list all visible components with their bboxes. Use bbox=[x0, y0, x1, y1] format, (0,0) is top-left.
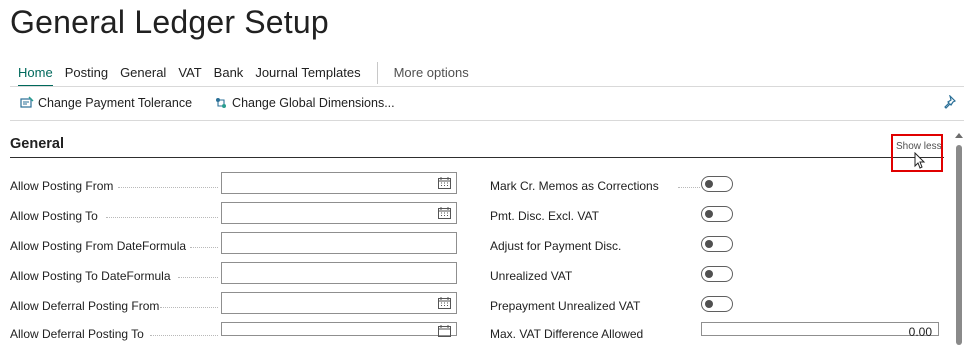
unrealized-vat-toggle[interactable] bbox=[701, 266, 733, 282]
dot-leader bbox=[118, 186, 218, 188]
tab-journal-templates[interactable]: Journal Templates bbox=[255, 64, 360, 82]
toggle-knob bbox=[705, 300, 713, 308]
calendar-icon[interactable] bbox=[438, 207, 451, 219]
page-title: General Ledger Setup bbox=[10, 4, 329, 40]
tab-posting[interactable]: Posting bbox=[65, 64, 108, 82]
tab-vat[interactable]: VAT bbox=[178, 64, 201, 82]
allow-deferral-posting-from-input[interactable] bbox=[221, 292, 457, 314]
dot-leader bbox=[190, 246, 218, 248]
change-global-dimensions-button[interactable]: Change Global Dimensions... bbox=[214, 96, 395, 110]
adjust-for-payment-disc-toggle[interactable] bbox=[701, 236, 733, 252]
allow-posting-from-dateformula-input[interactable] bbox=[221, 232, 457, 254]
global-dimensions-icon bbox=[216, 98, 227, 108]
allow-posting-from-label: Allow Posting From bbox=[10, 179, 114, 193]
change-global-dimensions-label: Change Global Dimensions... bbox=[232, 96, 395, 110]
allow-posting-from-input[interactable] bbox=[221, 172, 457, 194]
max-vat-difference-input[interactable]: 0.00 bbox=[701, 322, 939, 339]
toggle-knob bbox=[705, 270, 713, 278]
allow-posting-to-dateformula-input[interactable] bbox=[221, 262, 457, 284]
payment-tolerance-icon bbox=[20, 96, 34, 108]
allow-posting-to-label: Allow Posting To bbox=[10, 209, 98, 223]
toggle-knob bbox=[705, 240, 713, 248]
divider bbox=[10, 86, 964, 87]
pmt-disc-excl-vat-label: Pmt. Disc. Excl. VAT bbox=[490, 209, 599, 223]
change-payment-tolerance-button[interactable]: Change Payment Tolerance bbox=[20, 96, 192, 110]
allow-posting-from-dateformula-label: Allow Posting From DateFormula bbox=[10, 239, 187, 253]
adjust-for-payment-disc-label: Adjust for Payment Disc. bbox=[490, 239, 622, 253]
allow-deferral-posting-to-label: Allow Deferral Posting To bbox=[10, 327, 144, 341]
pin-icon[interactable] bbox=[942, 94, 957, 114]
prepayment-unrealized-vat-toggle[interactable] bbox=[701, 296, 733, 312]
unrealized-vat-label: Unrealized VAT bbox=[490, 269, 573, 283]
dot-leader bbox=[678, 186, 700, 188]
pmt-disc-excl-vat-toggle[interactable] bbox=[701, 206, 733, 222]
section-underline bbox=[10, 157, 944, 158]
dot-leader bbox=[160, 306, 218, 308]
action-tabs: Home Posting General VAT Bank Journal Te… bbox=[18, 62, 481, 87]
section-title-general[interactable]: General bbox=[10, 136, 64, 152]
prepayment-unrealized-vat-label: Prepayment Unrealized VAT bbox=[490, 299, 641, 313]
show-less-label: Show less bbox=[896, 141, 942, 152]
calendar-icon[interactable] bbox=[438, 297, 451, 309]
toggle-knob bbox=[705, 210, 713, 218]
allow-posting-to-input[interactable] bbox=[221, 202, 457, 224]
calendar-icon[interactable] bbox=[438, 177, 451, 189]
dot-leader bbox=[106, 216, 218, 218]
dot-leader bbox=[178, 276, 218, 278]
allow-posting-to-dateformula-label: Allow Posting To DateFormula bbox=[10, 269, 171, 283]
tab-bank[interactable]: Bank bbox=[214, 64, 244, 82]
vertical-scrollbar[interactable] bbox=[954, 133, 964, 345]
max-vat-difference-label: Max. VAT Difference Allowed bbox=[490, 327, 644, 341]
scroll-up-icon[interactable] bbox=[955, 133, 963, 138]
mark-cr-memos-label: Mark Cr. Memos as Corrections bbox=[490, 179, 659, 193]
allow-deferral-posting-from-label: Allow Deferral Posting From bbox=[10, 299, 160, 313]
mark-cr-memos-toggle[interactable] bbox=[701, 176, 733, 192]
divider bbox=[10, 120, 964, 121]
action-bar: Change Payment Tolerance Change Global D… bbox=[20, 96, 417, 110]
tab-home[interactable]: Home bbox=[18, 64, 53, 87]
toggle-knob bbox=[705, 180, 713, 188]
allow-deferral-posting-to-input[interactable] bbox=[221, 322, 457, 337]
scroll-thumb[interactable] bbox=[956, 145, 962, 345]
tab-divider bbox=[376, 62, 378, 84]
tab-general[interactable]: General bbox=[120, 64, 166, 82]
calendar-icon[interactable] bbox=[438, 325, 451, 337]
more-options-button[interactable]: More options bbox=[394, 64, 469, 82]
change-payment-tolerance-label: Change Payment Tolerance bbox=[38, 96, 193, 110]
mouse-cursor-icon bbox=[914, 152, 926, 169]
